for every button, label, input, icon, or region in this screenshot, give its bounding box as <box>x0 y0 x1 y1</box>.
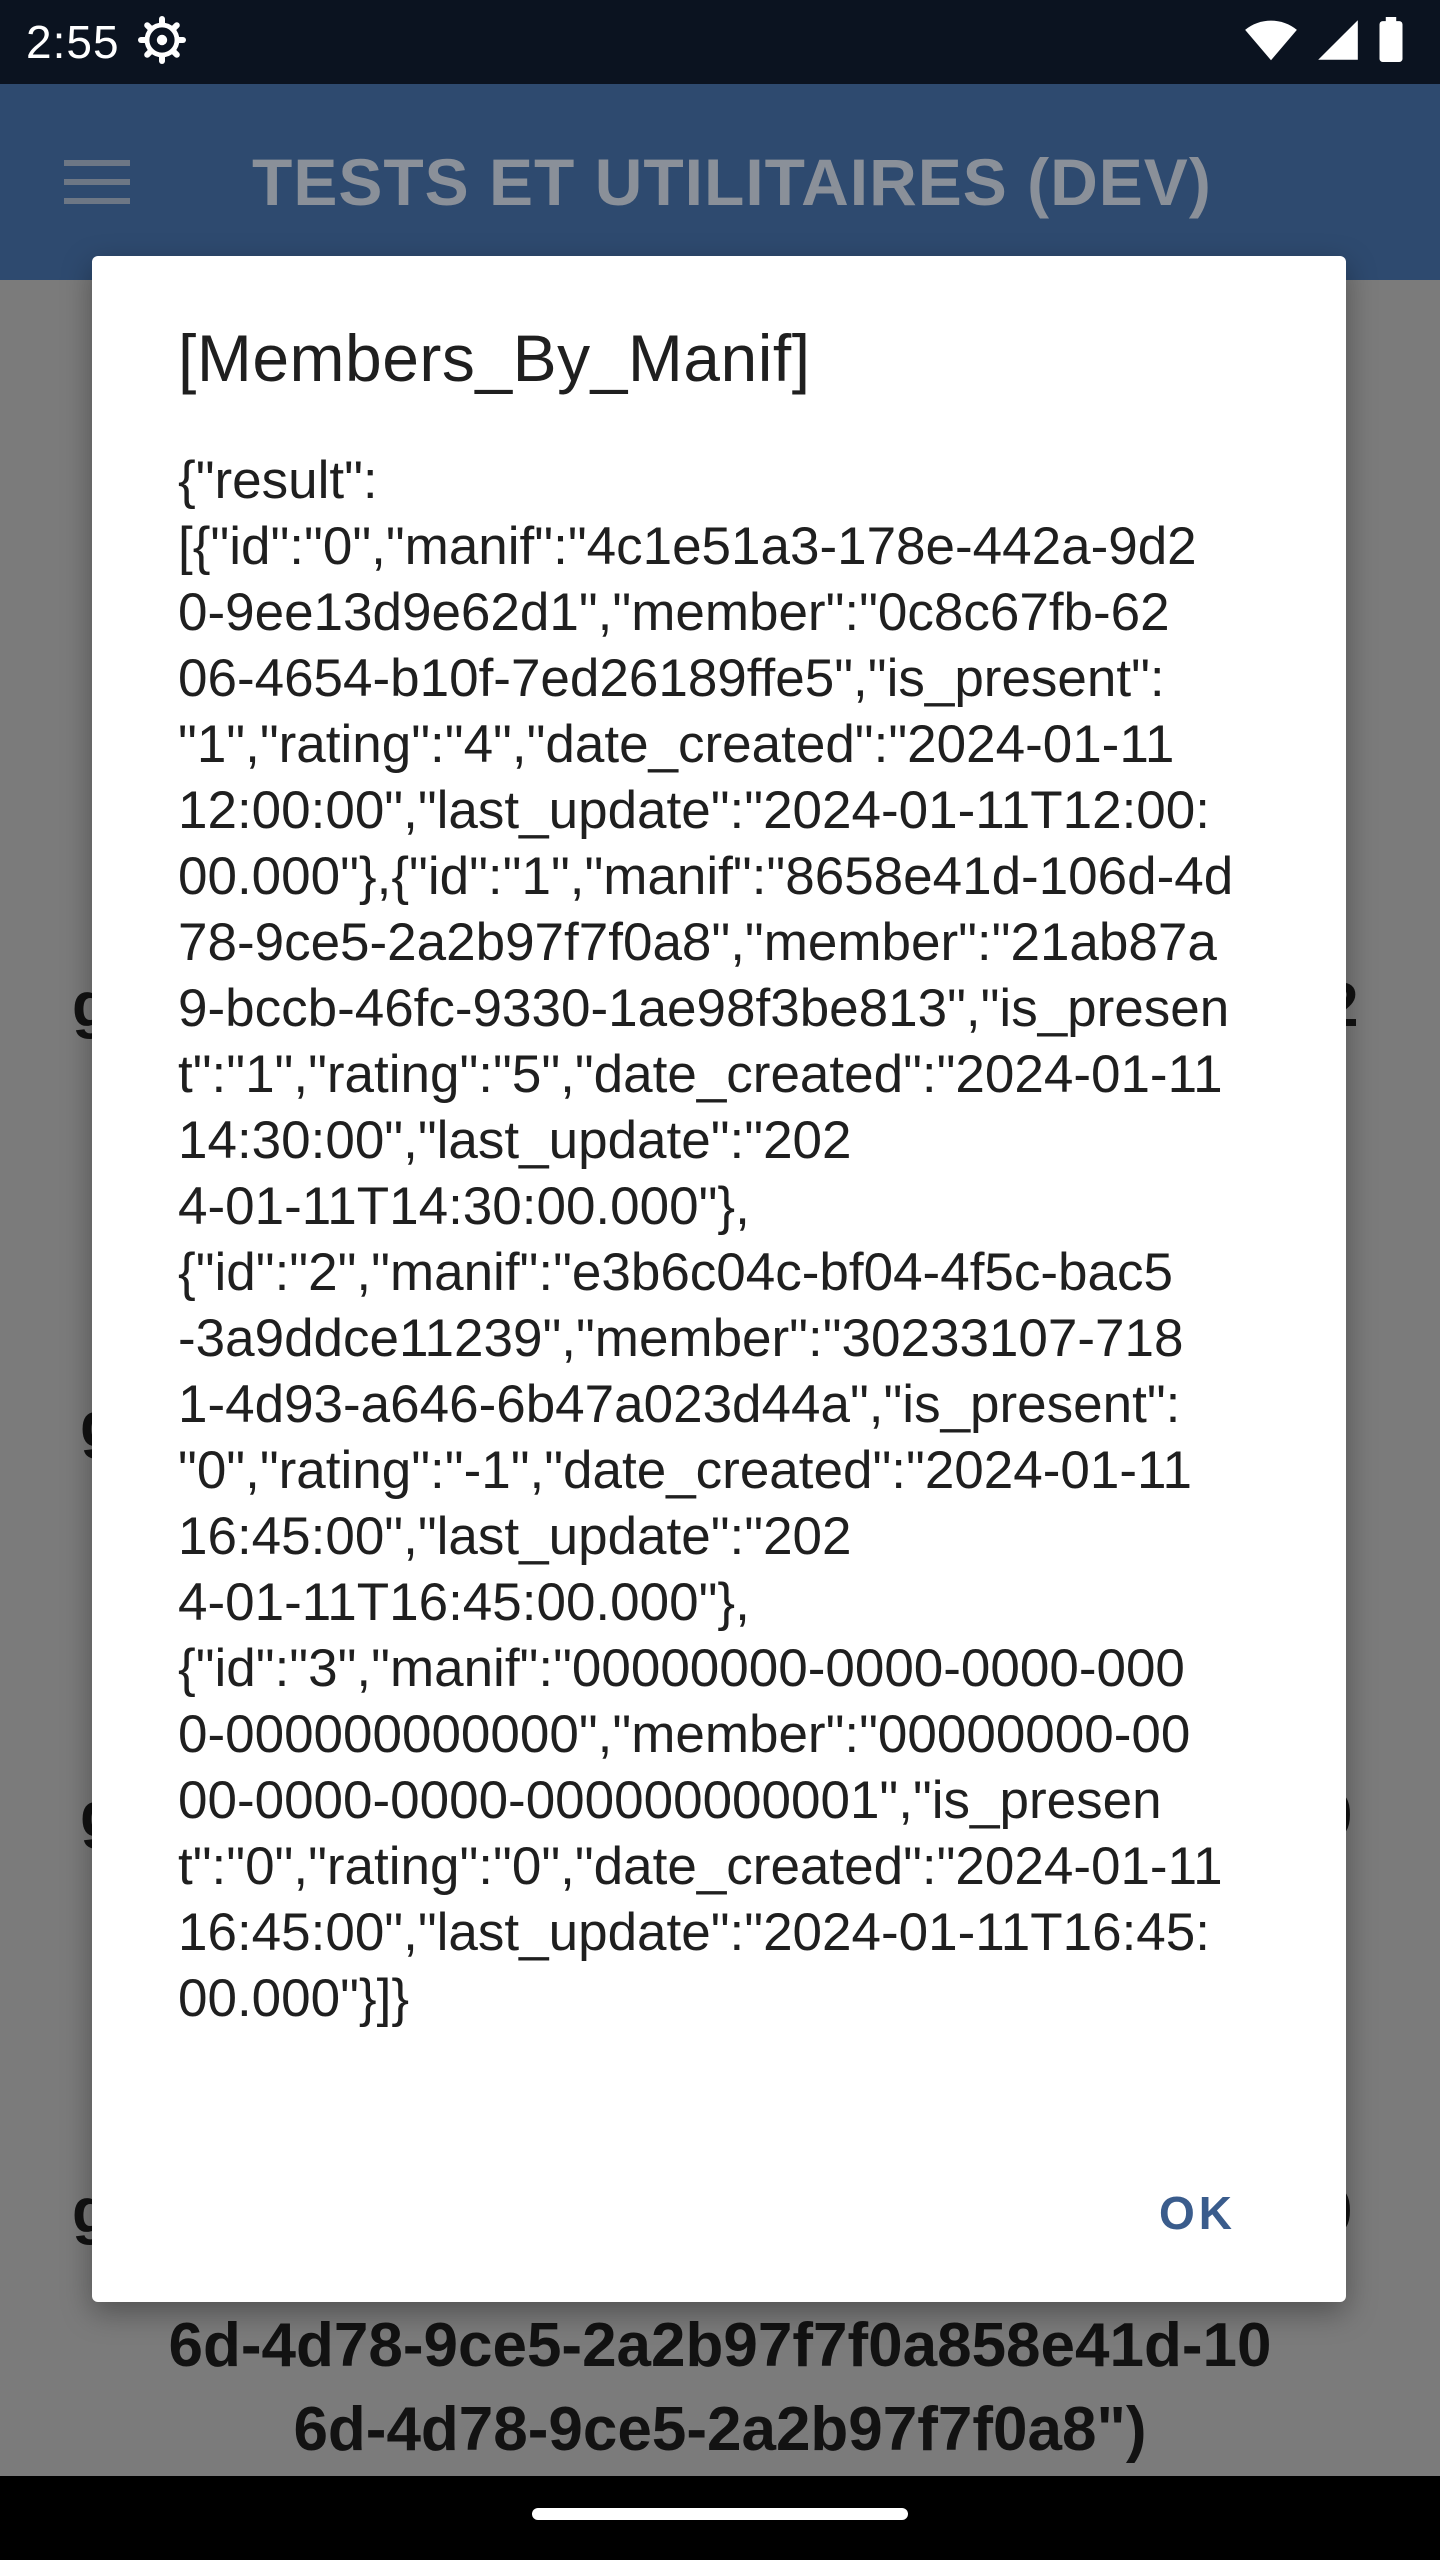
app-title: TESTS ET UTILITAIRES (DEV) <box>252 145 1212 219</box>
battery-icon <box>1378 16 1404 68</box>
navigation-bar <box>0 2476 1440 2560</box>
wifi-icon <box>1244 17 1298 68</box>
dialog-message: {"result": [{"id":"0","manif":"4c1e51a3-… <box>178 451 1234 2028</box>
cellular-signal-icon <box>1316 17 1360 68</box>
status-left: 2:55 <box>26 15 186 69</box>
dialog-title: [Members_By_Manif] <box>178 321 811 395</box>
home-gesture-handle[interactable] <box>532 2508 908 2520</box>
settings-icon <box>137 15 186 69</box>
ok-button[interactable]: OK <box>1159 2186 1236 2240</box>
status-time: 2:55 <box>26 16 120 68</box>
alert-dialog: [Members_By_Manif] {"result": [{"id":"0"… <box>92 256 1346 2302</box>
status-right <box>1244 16 1414 68</box>
background-bottom-line: 6d-4d78-9ce5-2a2b97f7f0a8") <box>293 2395 1147 2464</box>
status-bar: 2:55 <box>0 0 1440 84</box>
background-bottom-line: 6d-4d78-9ce5-2a2b97f7f0a858e41d-10 <box>168 2311 1272 2380</box>
screen: 2:55 TESTS ET UTILITAIRES (DEV) g g 6d-4… <box>0 0 1440 2560</box>
hamburger-menu-icon[interactable] <box>64 156 130 208</box>
app-bar: TESTS ET UTILITAIRES (DEV) <box>0 84 1440 280</box>
